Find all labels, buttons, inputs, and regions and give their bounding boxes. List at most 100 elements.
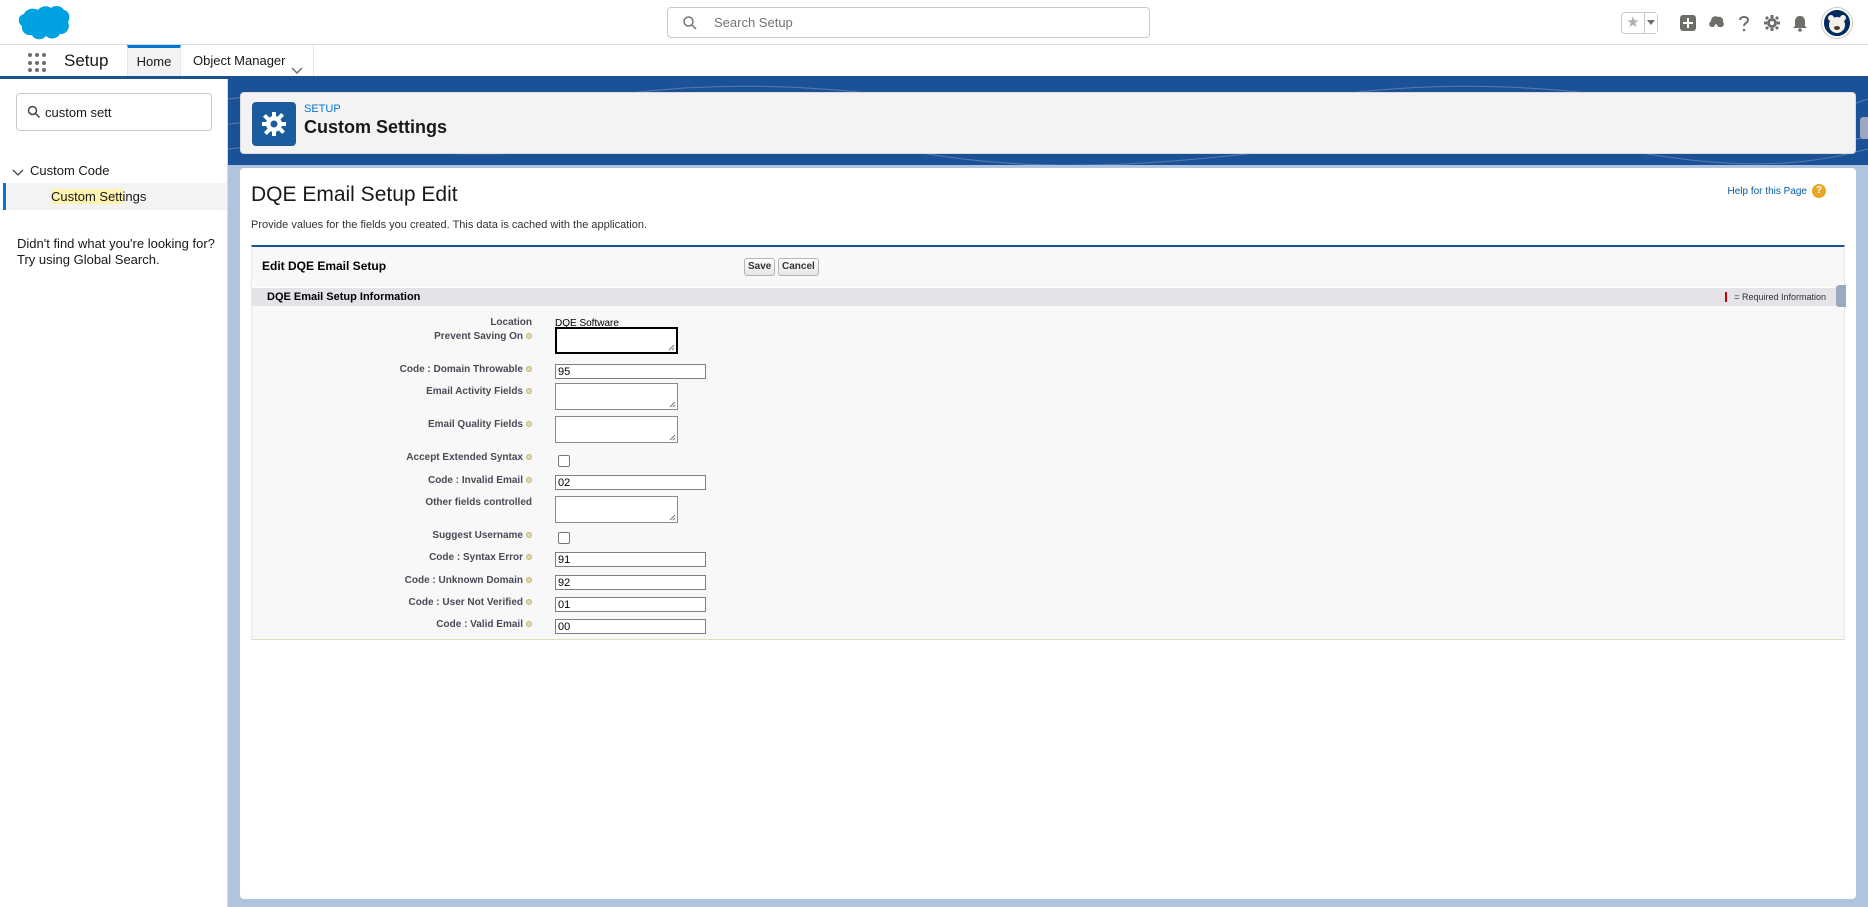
suggest-username-label-text: Suggest Username xyxy=(432,530,523,541)
email-quality-fields-textarea[interactable] xyxy=(555,416,678,443)
favorites-dropdown-icon[interactable] xyxy=(1644,13,1657,33)
search-icon xyxy=(682,15,698,31)
bell-icon[interactable] xyxy=(1790,13,1810,33)
code-domain-throwable-label-text: Code : Domain Throwable xyxy=(399,364,523,375)
email-quality-fields-label: Email Quality Fields xyxy=(252,419,532,430)
favorites-button[interactable]: ★ xyxy=(1621,12,1658,34)
trailhead-icon[interactable] xyxy=(1706,13,1726,33)
page-description: Provide values for the fields you create… xyxy=(251,219,648,231)
setup-gear-icon xyxy=(252,102,296,146)
location-label-text: Location xyxy=(490,317,532,328)
nav-help-line2: Try using Global Search. xyxy=(17,252,160,267)
suggest-username-checkbox[interactable] xyxy=(558,532,570,544)
nav-group-custom-code[interactable]: Custom Code xyxy=(12,163,109,178)
other-fields-controlled-label-text: Other fields controlled xyxy=(425,497,532,508)
app-name: Setup xyxy=(64,51,109,70)
gear-icon[interactable] xyxy=(1762,13,1782,33)
setup-sidebar: Custom Code Custom Settings Didn't find … xyxy=(0,79,228,907)
code-valid-email-label: Code : Valid Email xyxy=(252,619,532,630)
sidebar-item-label-rest: ings xyxy=(122,189,147,204)
search-icon xyxy=(27,105,41,119)
code-valid-email-input[interactable] xyxy=(555,619,706,634)
global-search[interactable] xyxy=(667,7,1150,38)
nav-help-line1: Didn't find what you're looking for? xyxy=(17,236,215,251)
salesforce-logo[interactable] xyxy=(16,4,70,42)
email-activity-fields-label: Email Activity Fields xyxy=(252,386,532,397)
other-fields-controlled-textarea[interactable] xyxy=(555,496,678,523)
info-icon[interactable] xyxy=(526,621,532,628)
tab-object-manager[interactable]: Object Manager xyxy=(182,45,314,76)
required-information-legend: = Required Information xyxy=(1725,292,1826,302)
chevron-down-icon[interactable] xyxy=(291,56,303,75)
suggest-username-label: Suggest Username xyxy=(252,530,532,541)
breadcrumb[interactable]: SETUP xyxy=(304,103,341,115)
code-invalid-email-label-text: Code : Invalid Email xyxy=(427,475,523,486)
code-syntax-error-label: Code : Syntax Error xyxy=(252,552,532,563)
location-label: Location xyxy=(252,317,532,328)
info-icon[interactable] xyxy=(526,333,532,340)
email-activity-fields-textarea[interactable] xyxy=(555,383,678,410)
help-icon[interactable] xyxy=(1734,13,1754,33)
app-launcher-icon[interactable] xyxy=(28,53,48,73)
panel-collapse-handle[interactable] xyxy=(1860,117,1868,139)
prevent-saving-on-label-text: Prevent Saving On xyxy=(434,331,523,342)
resize-grip-icon[interactable] xyxy=(668,344,675,351)
code-domain-throwable-input[interactable] xyxy=(555,364,706,379)
side-panel-handle[interactable] xyxy=(1836,285,1846,307)
cancel-button[interactable]: Cancel xyxy=(778,258,819,276)
email-activity-fields-label-text: Email Activity Fields xyxy=(426,386,523,397)
resize-grip-icon[interactable] xyxy=(669,401,676,408)
accept-extended-syntax-label: Accept Extended Syntax xyxy=(252,452,532,463)
other-fields-controlled-label: Other fields controlled xyxy=(252,497,532,508)
help-for-this-page-link[interactable]: Help for this Page ? xyxy=(1727,184,1826,198)
code-unknown-domain-input[interactable] xyxy=(555,575,706,590)
tab-home[interactable]: Home xyxy=(127,45,181,76)
prevent-saving-on-label: Prevent Saving On xyxy=(252,331,532,342)
star-icon: ★ xyxy=(1626,14,1640,31)
quick-find-box[interactable] xyxy=(16,93,212,131)
resize-grip-icon[interactable] xyxy=(669,514,676,521)
help-link-label: Help for this Page xyxy=(1727,185,1808,197)
info-icon[interactable] xyxy=(526,477,532,484)
code-unknown-domain-label: Code : Unknown Domain xyxy=(252,575,532,586)
edit-block: Edit DQE Email Setup Save Cancel DQE Ema… xyxy=(251,245,1846,640)
global-actions-icon[interactable] xyxy=(1678,13,1698,33)
content-panel: DQE Email Setup Edit Help for this Page … xyxy=(240,168,1856,899)
accept-extended-syntax-label-text: Accept Extended Syntax xyxy=(406,452,523,463)
code-invalid-email-input[interactable] xyxy=(555,475,706,490)
global-search-input[interactable] xyxy=(714,8,1134,37)
code-syntax-error-input[interactable] xyxy=(555,552,706,567)
section-title: DQE Email Setup Information xyxy=(267,291,421,303)
required-information-label: = Required Information xyxy=(1734,292,1826,302)
info-icon[interactable] xyxy=(526,554,532,561)
info-icon[interactable] xyxy=(526,599,532,606)
info-icon[interactable] xyxy=(526,388,532,395)
accept-extended-syntax-checkbox[interactable] xyxy=(558,455,570,467)
user-avatar[interactable] xyxy=(1822,8,1852,38)
chevron-down-icon xyxy=(12,166,24,176)
tab-object-manager-label: Object Manager xyxy=(193,53,286,68)
quick-find-input[interactable] xyxy=(45,94,205,130)
info-icon[interactable] xyxy=(526,366,532,373)
code-user-not-verified-label: Code : User Not Verified xyxy=(252,597,532,608)
resize-grip-icon[interactable] xyxy=(669,434,676,441)
email-quality-fields-label-text: Email Quality Fields xyxy=(427,419,523,430)
page-title: Custom Settings xyxy=(304,117,448,137)
sidebar-item-custom-settings[interactable]: Custom Settings xyxy=(3,183,227,210)
info-icon[interactable] xyxy=(526,454,532,461)
save-button[interactable]: Save xyxy=(744,258,776,276)
edit-page-title: DQE Email Setup Edit xyxy=(251,183,458,206)
info-icon[interactable] xyxy=(526,421,532,428)
info-icon[interactable] xyxy=(526,532,532,539)
prevent-saving-on-textarea[interactable] xyxy=(555,327,678,354)
info-icon[interactable] xyxy=(526,577,532,584)
header-utilities: ★ xyxy=(1621,8,1852,38)
help-question-icon: ? xyxy=(1812,184,1826,198)
code-unknown-domain-label-text: Code : Unknown Domain xyxy=(404,575,523,586)
global-header: ★ xyxy=(0,0,1868,45)
code-syntax-error-label-text: Code : Syntax Error xyxy=(429,552,523,563)
code-user-not-verified-label-text: Code : User Not Verified xyxy=(408,597,523,608)
code-user-not-verified-input[interactable] xyxy=(555,597,706,612)
nav-group-label: Custom Code xyxy=(30,163,110,178)
edit-block-title: Edit DQE Email Setup xyxy=(262,259,387,273)
